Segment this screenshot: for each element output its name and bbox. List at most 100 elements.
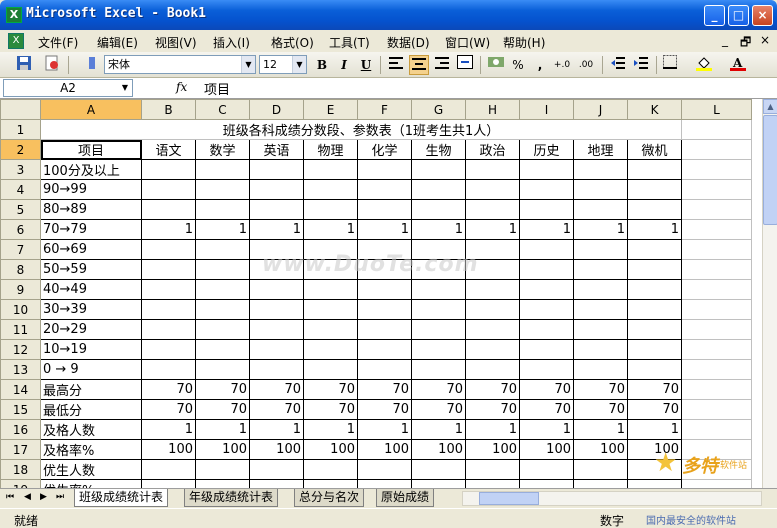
value-cell[interactable] xyxy=(411,479,466,488)
value-cell[interactable] xyxy=(303,359,358,380)
value-cell[interactable] xyxy=(357,159,412,180)
excel-app-icon[interactable]: X xyxy=(6,7,22,23)
menu-tools[interactable]: 工具(T) xyxy=(329,34,370,51)
value-cell[interactable] xyxy=(411,319,466,340)
value-cell[interactable] xyxy=(141,259,196,280)
doc-minimize-button[interactable]: _ xyxy=(722,33,728,47)
first-sheet-icon[interactable]: ⏮ xyxy=(6,492,14,502)
row-header[interactable]: 12 xyxy=(0,339,41,360)
permission-icon[interactable] xyxy=(42,55,62,75)
value-cell[interactable]: 100 xyxy=(141,439,196,460)
value-cell[interactable] xyxy=(465,319,520,340)
row-header[interactable]: 19 xyxy=(0,479,41,488)
menu-insert[interactable]: 插入(I) xyxy=(213,34,250,51)
header-cell-subject[interactable]: 历史 xyxy=(519,139,574,160)
column-header[interactable]: I xyxy=(519,99,574,120)
column-header[interactable]: L xyxy=(681,99,752,120)
row-label-cell[interactable]: 最高分 xyxy=(40,379,142,400)
borders-icon[interactable] xyxy=(660,55,680,75)
value-cell[interactable] xyxy=(303,279,358,300)
row-label-cell[interactable]: 50→59 xyxy=(40,259,142,280)
scroll-thumb[interactable] xyxy=(479,492,539,505)
column-header[interactable]: C xyxy=(195,99,250,120)
chevron-down-icon[interactable]: ▼ xyxy=(118,80,132,96)
value-cell[interactable] xyxy=(573,279,628,300)
value-cell[interactable] xyxy=(411,199,466,220)
column-header[interactable]: A xyxy=(40,99,142,120)
value-cell[interactable]: 100 xyxy=(249,439,304,460)
value-cell[interactable] xyxy=(411,279,466,300)
value-cell[interactable] xyxy=(249,479,304,488)
value-cell[interactable] xyxy=(249,459,304,480)
value-cell[interactable] xyxy=(195,359,250,380)
value-cell[interactable]: 70 xyxy=(249,379,304,400)
value-cell[interactable]: 70 xyxy=(303,379,358,400)
align-left-icon[interactable] xyxy=(386,55,406,75)
cell[interactable] xyxy=(681,159,752,180)
row-header[interactable]: 14 xyxy=(0,379,41,400)
cell[interactable] xyxy=(681,419,752,440)
value-cell[interactable] xyxy=(195,239,250,260)
value-cell[interactable] xyxy=(249,279,304,300)
value-cell[interactable]: 1 xyxy=(357,419,412,440)
align-right-icon[interactable] xyxy=(432,55,452,75)
value-cell[interactable] xyxy=(303,459,358,480)
value-cell[interactable]: 1 xyxy=(141,219,196,240)
row-header[interactable]: 3 xyxy=(0,159,41,180)
value-cell[interactable] xyxy=(573,259,628,280)
header-cell-subject[interactable]: 微机 xyxy=(627,139,682,160)
value-cell[interactable] xyxy=(465,199,520,220)
row-header[interactable]: 11 xyxy=(0,319,41,340)
sheet-title-cell[interactable]: 班级各科成绩分数段、参数表（1班考生共1人） xyxy=(40,119,682,140)
merge-center-icon[interactable] xyxy=(455,55,475,75)
value-cell[interactable]: 70 xyxy=(465,379,520,400)
menu-view[interactable]: 视图(V) xyxy=(155,34,197,51)
formula-input[interactable]: 项目 xyxy=(204,79,230,98)
value-cell[interactable] xyxy=(573,479,628,488)
row-header[interactable]: 15 xyxy=(0,399,41,420)
row-label-cell[interactable]: 优生率% xyxy=(40,479,142,488)
vertical-scrollbar[interactable]: ▲ xyxy=(762,99,777,488)
value-cell[interactable] xyxy=(141,279,196,300)
value-cell[interactable] xyxy=(573,299,628,320)
value-cell[interactable]: 1 xyxy=(465,219,520,240)
menu-format[interactable]: 格式(O) xyxy=(271,34,314,51)
value-cell[interactable] xyxy=(195,259,250,280)
value-cell[interactable] xyxy=(357,459,412,480)
workbook-icon[interactable]: X xyxy=(8,33,24,49)
column-header[interactable]: B xyxy=(141,99,196,120)
value-cell[interactable] xyxy=(627,319,682,340)
scroll-up-icon[interactable]: ▲ xyxy=(763,99,777,114)
value-cell[interactable]: 70 xyxy=(411,399,466,420)
value-cell[interactable] xyxy=(519,239,574,260)
value-cell[interactable] xyxy=(357,279,412,300)
value-cell[interactable] xyxy=(627,199,682,220)
value-cell[interactable] xyxy=(141,179,196,200)
bold-button[interactable]: B xyxy=(312,55,332,75)
align-center-icon[interactable] xyxy=(409,55,429,75)
cell[interactable] xyxy=(681,299,752,320)
header-cell-item[interactable]: 项目 xyxy=(40,139,142,160)
value-cell[interactable]: 70 xyxy=(303,399,358,420)
value-cell[interactable] xyxy=(357,479,412,488)
value-cell[interactable] xyxy=(411,179,466,200)
italic-button[interactable]: I xyxy=(334,55,354,75)
header-cell-subject[interactable]: 化学 xyxy=(357,139,412,160)
value-cell[interactable]: 100 xyxy=(357,439,412,460)
decrease-decimal-button[interactable]: .00 xyxy=(576,55,596,75)
value-cell[interactable] xyxy=(249,339,304,360)
value-cell[interactable] xyxy=(195,479,250,488)
cell[interactable] xyxy=(681,119,752,140)
select-all-corner[interactable] xyxy=(0,99,41,120)
menu-help[interactable]: 帮助(H) xyxy=(503,34,545,51)
value-cell[interactable] xyxy=(465,459,520,480)
value-cell[interactable] xyxy=(357,359,412,380)
header-cell-subject[interactable]: 英语 xyxy=(249,139,304,160)
row-header[interactable]: 8 xyxy=(0,259,41,280)
row-label-cell[interactable]: 及格人数 xyxy=(40,419,142,440)
value-cell[interactable] xyxy=(195,319,250,340)
value-cell[interactable] xyxy=(411,159,466,180)
value-cell[interactable] xyxy=(357,179,412,200)
value-cell[interactable] xyxy=(465,159,520,180)
cell[interactable] xyxy=(681,139,752,160)
